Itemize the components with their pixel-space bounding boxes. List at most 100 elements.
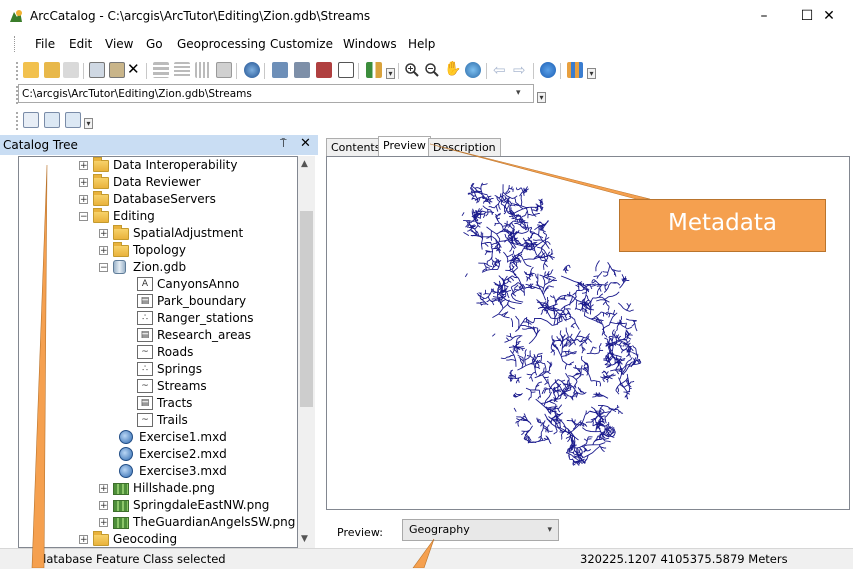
toolbar-grip[interactable] [16,112,20,130]
tab-description[interactable]: Description [428,138,501,156]
menu-help[interactable]: Help [408,37,435,51]
tree-item-roads[interactable]: ~ Roads [19,345,297,361]
tree-item-springs[interactable]: ∴ Springs [19,362,297,378]
tree-item-park-boundary[interactable]: ▤ Park_boundary [19,294,297,310]
thumbnails-icon[interactable] [216,62,232,78]
up-one-level-icon[interactable] [23,62,39,78]
catalog-tree-close-button[interactable]: ✕ [300,136,311,151]
expand-icon[interactable]: + [99,484,108,494]
toolbar-dropdown[interactable]: ▾ [587,68,596,79]
expand-icon[interactable]: + [79,178,88,188]
forward-icon[interactable]: ⇨ [513,61,526,79]
modelbuilder-icon[interactable] [366,62,382,78]
folder-icon [93,191,109,206]
tree-item-databaseservers[interactable]: + DatabaseServers [19,191,297,208]
tree-item-zion-gdb[interactable]: − Zion.gdb [19,260,297,276]
preview-type-select[interactable]: Geography ▾ [402,519,559,541]
identify-icon[interactable] [540,62,556,78]
paste-icon[interactable] [109,62,125,78]
location-dropdown-icon[interactable]: ▾ [516,88,530,100]
full-extent-icon[interactable] [465,62,481,78]
details-icon[interactable] [195,62,211,78]
toolbar-dropdown[interactable]: ▾ [386,68,395,79]
tab-contents[interactable]: Contents [326,138,386,156]
menu-view[interactable]: View [105,37,133,51]
large-icons-icon[interactable] [153,62,169,78]
tree-item-streams[interactable]: ~ Streams [19,379,297,395]
menu-grip[interactable] [14,36,18,52]
tree-item-trails[interactable]: ~ Trails [19,413,297,429]
collapse-icon[interactable]: − [79,212,88,222]
location-input[interactable]: C:\arcgis\ArcTutor\Editing\Zion.gdb\Stre… [18,84,534,103]
tree-item-canyonsanno[interactable]: A CanyonsAnno [19,277,297,293]
toolbar-grip[interactable] [16,62,20,80]
disconnect-folder-icon[interactable] [63,62,79,78]
pan-icon[interactable]: ✋ [444,61,461,77]
tree-item-research-areas[interactable]: ▤ Research_areas [19,328,297,344]
tree-item-label: SpringdaleEastNW.png [133,498,270,512]
tree-item-topology[interactable]: + Topology [19,242,297,259]
expand-icon[interactable]: + [79,195,88,205]
menu-edit[interactable]: Edit [69,37,92,51]
tree-item-geocoding[interactable]: + Geocoding [19,531,297,547]
zoom-in-icon[interactable] [404,62,420,78]
tree-item-data-interoperability[interactable]: + Data Interoperability [19,157,297,174]
scroll-down-icon[interactable]: ▼ [301,534,308,544]
minimize-button[interactable]: – [747,4,781,28]
list-icon[interactable] [174,62,190,78]
arctoolbox-icon[interactable] [316,62,332,78]
tree-item-label: DatabaseServers [113,192,216,206]
tree-item-springdaleeastnw-png[interactable]: + SpringdaleEastNW.png [19,498,297,514]
menu-go[interactable]: Go [146,37,163,51]
back-icon[interactable]: ⇦ [493,61,506,79]
tree-scrollbar[interactable]: ▲ ▼ [298,156,315,548]
tree-item-tracts[interactable]: ▤ Tracts [19,396,297,412]
expand-icon[interactable]: + [99,246,108,256]
preview-label: Preview: [337,526,383,539]
tree-item-label: Springs [157,362,202,376]
menu-windows[interactable]: Windows [343,37,397,51]
scroll-up-icon[interactable]: ▲ [301,159,308,169]
import-metadata-icon[interactable] [44,112,60,128]
tree-item-ranger-stations[interactable]: ∴ Ranger_stations [19,311,297,327]
search-window-icon[interactable] [294,62,310,78]
tree-item-hillshade-png[interactable]: + Hillshade.png [19,481,297,497]
menu-customize[interactable]: Customize [270,37,333,51]
launch-arcmap-icon[interactable] [244,62,260,78]
tree-item-spatialadjustment[interactable]: + SpatialAdjustment [19,225,297,242]
menu-geoprocessing[interactable]: Geoprocessing [177,37,266,51]
expand-icon[interactable]: + [99,518,108,528]
catalog-tree-icon[interactable] [272,62,288,78]
edit-metadata-icon[interactable] [23,112,39,128]
toolbar-separator [236,63,237,79]
python-icon[interactable] [338,62,354,78]
tree-item-data-reviewer[interactable]: + Data Reviewer [19,174,297,191]
collapse-icon[interactable]: − [99,263,108,273]
point-feature-class-icon: ∴ [137,362,153,376]
tree-item-label: SpatialAdjustment [133,226,244,240]
connect-folder-icon[interactable] [44,62,60,78]
zoom-out-icon[interactable] [424,62,440,78]
expand-icon[interactable]: + [79,535,88,545]
tree-item-theguardianangelssw-png[interactable]: + TheGuardianAngelsSW.png [19,515,297,531]
tree-item-exercise1-mxd[interactable]: Exercise1.mxd [19,430,297,446]
copy-icon[interactable] [89,62,105,78]
expand-icon[interactable]: + [79,161,88,171]
tree-item-label: Ranger_stations [157,311,254,325]
generate-preview-icon[interactable] [567,62,583,78]
delete-icon[interactable]: ✕ [127,60,140,78]
menu-file[interactable]: File [35,37,55,51]
tree-item-editing[interactable]: − Editing [19,208,297,225]
location-toolbar-dropdown[interactable]: ▾ [537,92,546,103]
expand-icon[interactable]: + [99,229,108,239]
close-button[interactable]: ✕ [812,4,846,28]
export-metadata-icon[interactable] [65,112,81,128]
scroll-thumb[interactable] [300,211,313,407]
tree-item-exercise2-mxd[interactable]: Exercise2.mxd [19,447,297,463]
tab-preview[interactable]: Preview [378,136,431,157]
pin-icon[interactable]: ⍑ [280,137,287,151]
toolbar-dropdown[interactable]: ▾ [84,118,93,129]
catalog-tree[interactable]: + Data Interoperability + Data Reviewer + Dat… [18,156,298,548]
expand-icon[interactable]: + [99,501,108,511]
tree-item-exercise3-mxd[interactable]: Exercise3.mxd [19,464,297,480]
